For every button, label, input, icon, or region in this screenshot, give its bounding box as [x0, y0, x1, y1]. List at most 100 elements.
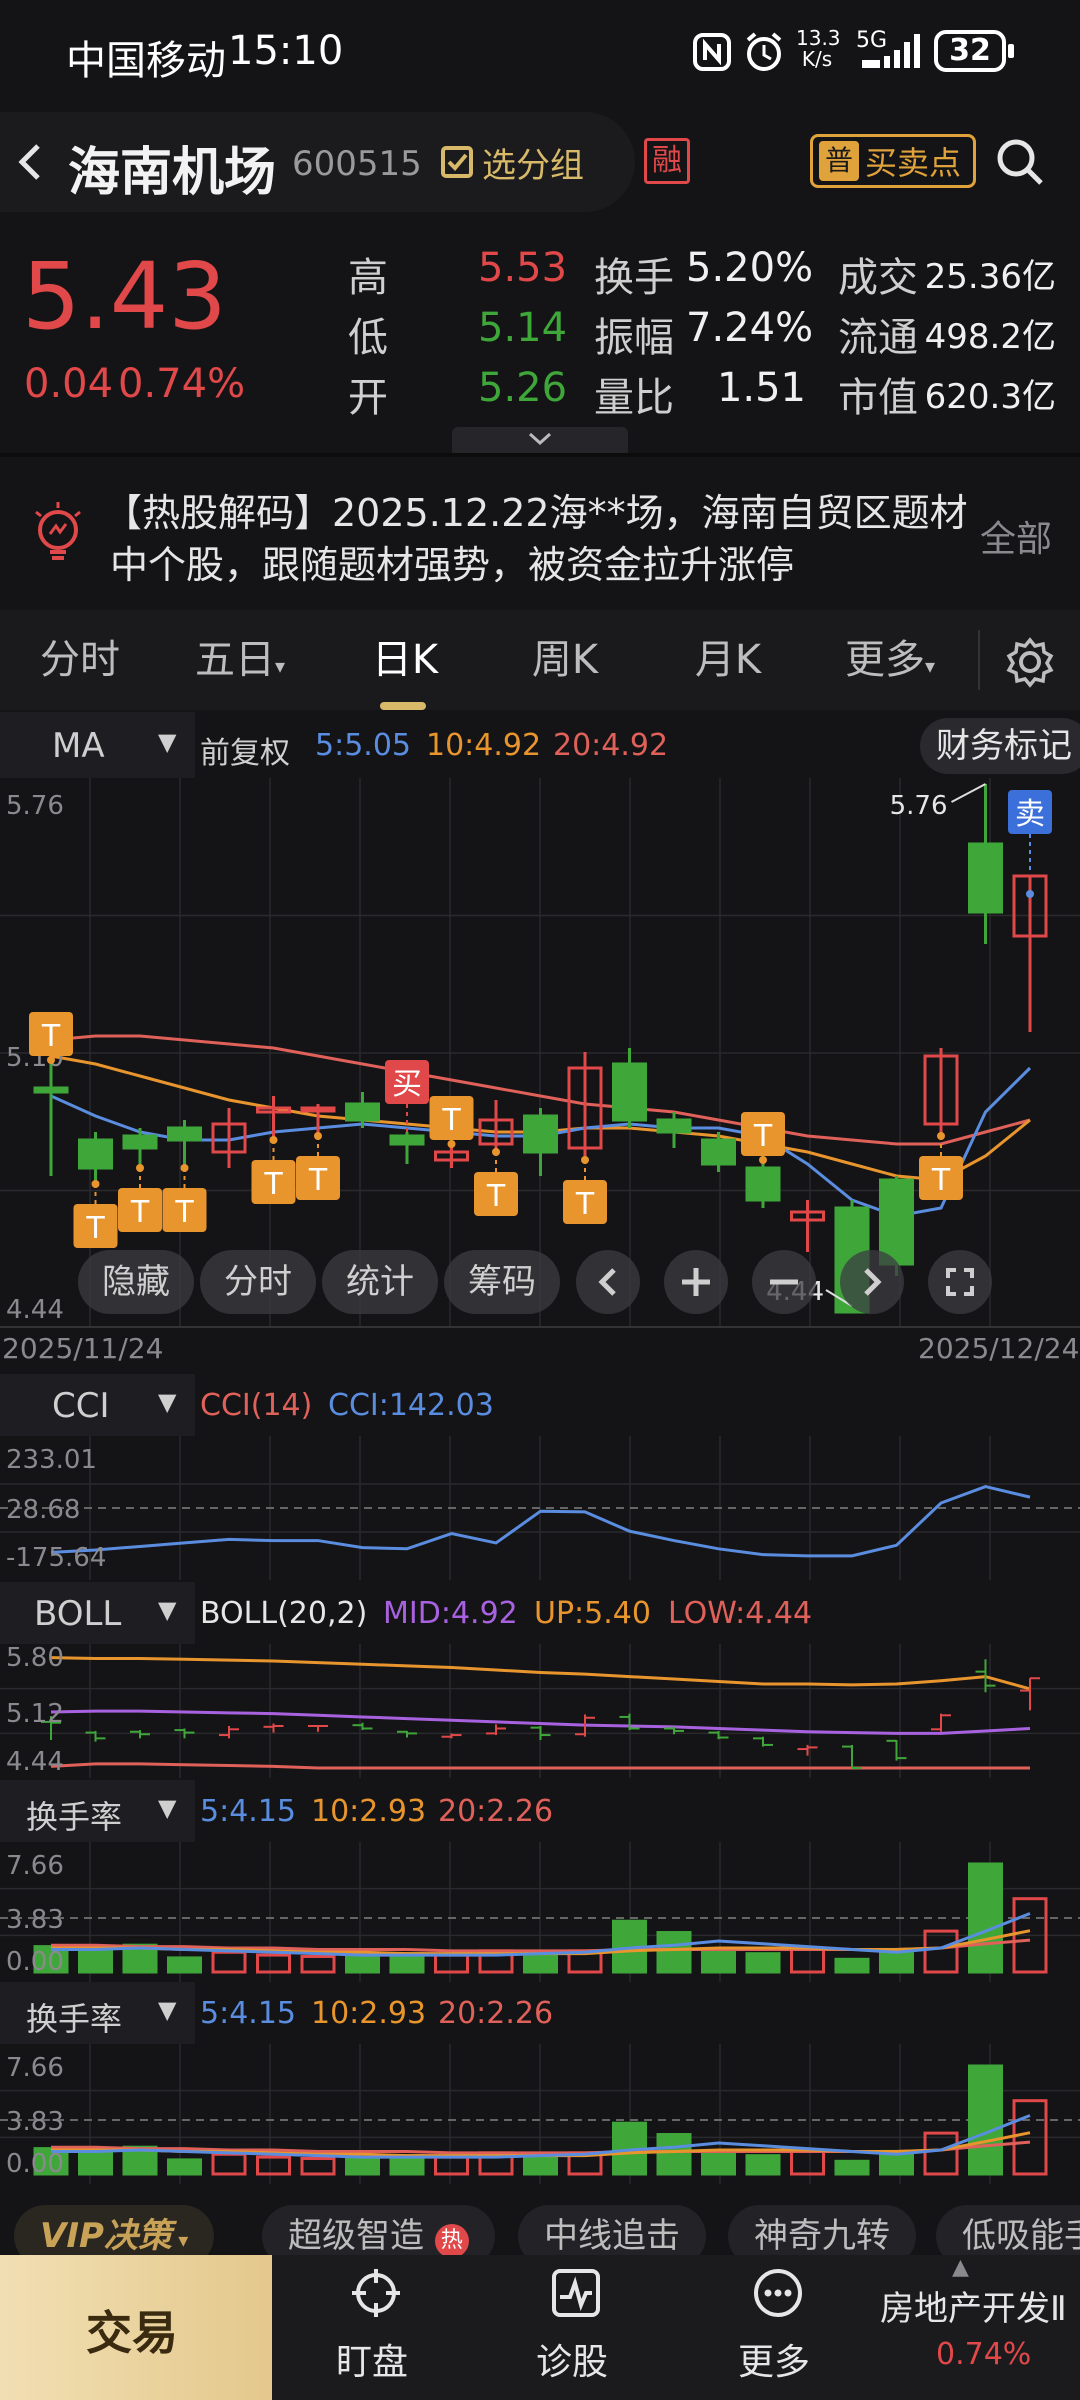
turnover-bar-up [211, 1950, 247, 1974]
y-label-top: 5.76 [6, 791, 64, 821]
t-marker-dot [492, 1148, 500, 1156]
trade-button[interactable]: 交易 [0, 2255, 272, 2400]
vol-ratio-label: 量比 [594, 375, 674, 421]
open-label: 开 [348, 375, 388, 421]
turnover-bar-down [523, 2154, 558, 2176]
amount-label: 成交 [838, 255, 918, 301]
turnover-bar-down [345, 2156, 380, 2176]
candlestick-chart[interactable]: 5.765.104.445.764.44TTTTTTTTTTT买卖 [0, 778, 1080, 1328]
candle-down [612, 1062, 647, 1122]
cci-chart: 233.01 28.68 -175.64 [0, 1436, 1080, 1580]
turnover-label: 换手 [594, 255, 674, 301]
chart-toolbar: 隐藏 分时 统计 筹码 [0, 1248, 1080, 1318]
hide-button[interactable]: 隐藏 [78, 1250, 194, 1314]
stats-button[interactable]: 统计 [322, 1250, 438, 1314]
chips-button[interactable]: 筹码 [444, 1250, 560, 1314]
turnover-bar-down [701, 2151, 736, 2176]
turnover-bar-down [834, 2159, 870, 2176]
expand-handle[interactable] [452, 427, 628, 453]
nav-more[interactable]: 更多 [702, 2255, 852, 2400]
dropdown-icon: ▼ [158, 728, 177, 756]
turnover-chart-2: 7.66 3.83 0.00 [0, 2044, 1080, 2184]
turnover-bar-up [300, 1954, 336, 1974]
turnover-selector-2[interactable]: 换手率 ▼ [0, 1982, 195, 2044]
candle-down [656, 1118, 692, 1134]
boll-selector[interactable]: BOLL ▼ [0, 1582, 195, 1644]
more-dots-icon [754, 2269, 802, 2317]
turnover-bar-down [701, 1949, 736, 1974]
target-icon [352, 2269, 400, 2317]
nav-diagnose[interactable]: 诊股 [500, 2255, 650, 2400]
zoom-in-button[interactable] [664, 1250, 728, 1314]
sector-link[interactable]: ▲ 房地产开发Ⅱ 0.74% [868, 2255, 1080, 2400]
battery-indicator: 32 [934, 30, 1006, 72]
t-marker-label: T [308, 1163, 328, 1198]
turnover-selector-1[interactable]: 换手率 ▼ [0, 1780, 195, 1842]
finance-tag-button[interactable]: 财务标记 [920, 718, 1080, 774]
t-marker-label: T [41, 1019, 61, 1054]
tab-weekly-k[interactable]: 周K [505, 610, 625, 710]
fullscreen-icon [946, 1268, 974, 1296]
hot-badge: 热 [434, 2224, 469, 2258]
tab-daily-k[interactable]: 日K [345, 610, 465, 710]
boll-y-bottom: 4.44 [6, 1747, 64, 1777]
date-axis: 2025/11/24 2025/12/24 [0, 1328, 1080, 1372]
cci-param: CCI(14) [200, 1388, 313, 1423]
t-marker-label: T [263, 1167, 283, 1202]
candle-down [389, 1134, 425, 1146]
ma-selector[interactable]: MA ▼ [0, 712, 195, 778]
active-tab-indicator [380, 702, 426, 710]
tab-intraday[interactable]: 分时 [20, 610, 140, 710]
high-label: 高 [348, 255, 388, 301]
trade-points-button[interactable]: 普 买卖点 [810, 134, 976, 188]
alarm-icon [746, 32, 782, 71]
turnover-ma10: 10:2.93 [311, 1996, 427, 2031]
buy-marker-label: 买 [392, 1067, 422, 1102]
nav-watch[interactable]: 盯盘 [300, 2255, 450, 2400]
settings-gear-icon[interactable] [1004, 636, 1056, 688]
fullscreen-button[interactable] [928, 1250, 992, 1314]
intraday-button[interactable]: 分时 [200, 1250, 316, 1314]
price-change-pct: 0.74% [118, 361, 246, 407]
scroll-right-button[interactable] [840, 1250, 904, 1314]
low-value: 5.14 [478, 305, 568, 351]
cci-selector[interactable]: CCI ▼ [0, 1374, 195, 1436]
scroll-left-button[interactable] [576, 1250, 640, 1314]
open-value: 5.26 [478, 365, 568, 411]
turnover-bar-up [790, 1946, 825, 1974]
tab-more[interactable]: 更多▾ [830, 610, 950, 710]
t-marker-label: T [441, 1103, 461, 1138]
turnover-ma20: 20:2.26 [438, 1794, 554, 1829]
search-icon[interactable] [994, 136, 1046, 188]
select-group-button[interactable]: 选分组 [440, 140, 584, 186]
news-more-link[interactable]: 全部 [980, 510, 1052, 562]
back-icon[interactable] [10, 140, 50, 184]
t-marker-dot [47, 1056, 55, 1064]
turnover-bar-down [745, 2154, 781, 2176]
cci-legend-row: CCI ▼ CCI(14) CCI:142.03 [0, 1374, 1080, 1436]
tab-five-day[interactable]: 五日▾ [180, 610, 300, 710]
zoom-out-button[interactable] [752, 1250, 816, 1314]
boll-legend-row: BOLL ▼ BOLL(20,2) MID:4.92 UP:5.40 LOW:4… [0, 1582, 1080, 1644]
t-marker-label: T [174, 1195, 194, 1230]
nfc-icon [693, 33, 731, 71]
boll-mid: MID:4.92 [383, 1596, 518, 1631]
candle-down [33, 1086, 69, 1094]
pu-badge: 普 [819, 141, 859, 181]
candle-down [345, 1102, 380, 1122]
dropdown-icon: ▼ [158, 1794, 177, 1822]
tab-monthly-k[interactable]: 月K [668, 610, 788, 710]
turnover-bar-down [167, 1956, 202, 1974]
vol-ratio-value: 1.51 [716, 365, 806, 411]
turnover-bar-up [923, 2131, 959, 2176]
cci-value: CCI:142.03 [328, 1388, 494, 1423]
adjust-mode[interactable]: 前复权 [200, 728, 290, 772]
net-speed: 13.3 K/s [796, 26, 841, 71]
news-banner[interactable]: 【热股解码】2025.12.22海**场，海南自贸区题材 中个股，跟随题材强势，… [0, 458, 1080, 606]
candle-down [167, 1126, 202, 1142]
high-value: 5.53 [478, 245, 568, 291]
turnover-y-top: 7.66 [6, 2053, 64, 2083]
minus-icon [770, 1279, 798, 1285]
t-marker-label: T [130, 1195, 150, 1230]
battery-tip [1008, 44, 1014, 58]
